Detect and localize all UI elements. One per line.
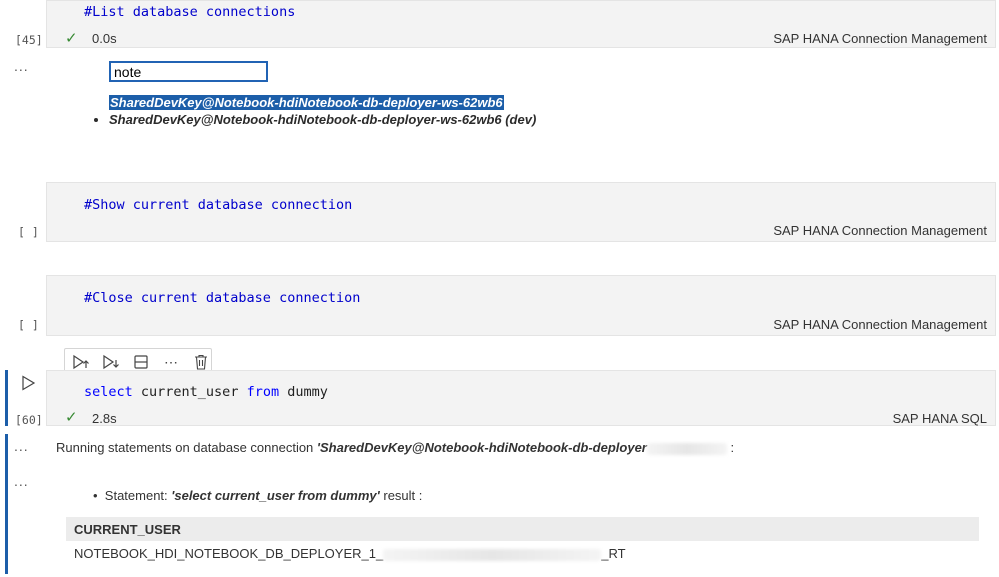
execute-above-icon[interactable] bbox=[72, 353, 90, 371]
cell-code[interactable]: #Close current database connection bbox=[84, 290, 360, 306]
check-icon: ✓ bbox=[65, 30, 78, 47]
list-item[interactable]: SharedDevKey@Notebook-hdiNotebook-db-dep… bbox=[109, 112, 536, 127]
cell-select-user[interactable]: select current_user from dummy ✓ 2.8s SA… bbox=[46, 370, 996, 426]
execution-count: [ ] bbox=[18, 225, 39, 239]
cell-close-connection[interactable]: #Close current database connection SAP H… bbox=[46, 275, 996, 336]
duration-label: 0.0s bbox=[92, 31, 117, 46]
cell-list-connections[interactable]: #List database connections ✓ 0.0s SAP HA… bbox=[46, 0, 996, 48]
check-icon: ✓ bbox=[65, 409, 78, 426]
execute-below-icon[interactable] bbox=[102, 353, 120, 371]
kernel-label[interactable]: SAP HANA Connection Management bbox=[773, 31, 987, 46]
cell-show-connection[interactable]: #Show current database connection SAP HA… bbox=[46, 182, 996, 242]
output-ellipsis[interactable]: ... bbox=[14, 58, 29, 74]
connection-list: SharedDevKey@Notebook-hdiNotebook-db-dep… bbox=[109, 112, 536, 127]
execution-count: [ ] bbox=[18, 318, 39, 332]
output-focus-indicator bbox=[5, 434, 8, 574]
selected-connection[interactable]: SharedDevKey@Notebook-hdiNotebook-db-dep… bbox=[109, 95, 504, 110]
result-table-cell: NOTEBOOK_HDI_NOTEBOOK_DB_DEPLOYER_1_ _RT bbox=[74, 546, 626, 561]
cell-focus-indicator bbox=[5, 370, 8, 426]
connection-filter-input[interactable] bbox=[109, 61, 268, 82]
kernel-label[interactable]: SAP HANA Connection Management bbox=[773, 317, 987, 332]
more-icon[interactable]: ⋯ bbox=[162, 353, 180, 371]
redacted-block bbox=[383, 548, 602, 561]
execution-count: [45] bbox=[15, 33, 43, 47]
delete-icon[interactable] bbox=[192, 353, 210, 371]
cell-code[interactable]: #List database connections bbox=[84, 4, 295, 20]
redacted-block bbox=[646, 442, 727, 455]
running-statement-text: Running statements on database connectio… bbox=[56, 440, 735, 455]
result-table-header: CURRENT_USER bbox=[66, 517, 979, 541]
kernel-label[interactable]: SAP HANA Connection Management bbox=[773, 223, 987, 238]
output-ellipsis[interactable]: ... bbox=[14, 438, 29, 454]
kernel-label[interactable]: SAP HANA SQL bbox=[893, 411, 987, 426]
output-ellipsis[interactable]: ... bbox=[14, 473, 29, 489]
split-cell-icon[interactable] bbox=[132, 353, 150, 371]
statement-result-line: • Statement: 'select current_user from d… bbox=[93, 488, 423, 503]
duration-label: 2.8s bbox=[92, 411, 117, 426]
run-cell-icon[interactable] bbox=[20, 375, 36, 391]
cell-code[interactable]: #Show current database connection bbox=[84, 197, 352, 213]
execution-count: [60] bbox=[15, 413, 43, 427]
cell-code[interactable]: select current_user from dummy bbox=[84, 384, 328, 400]
